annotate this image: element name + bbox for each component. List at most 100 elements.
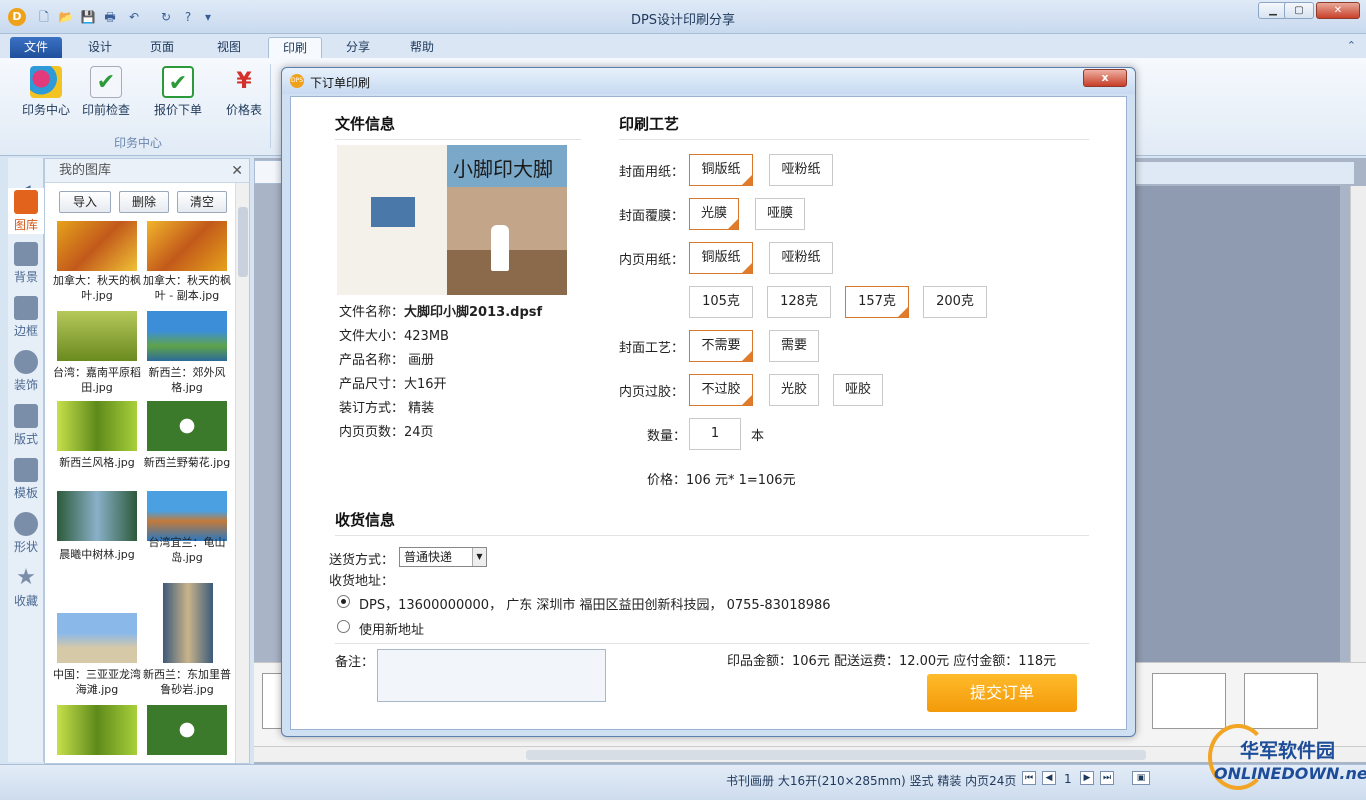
prev-page-icon[interactable]: ◀ (1042, 771, 1056, 785)
dialog-title-bar: DPS 下订单印刷 x (282, 68, 1135, 94)
scrollbar-thumb[interactable] (526, 750, 1146, 760)
next-page-icon[interactable]: ▶ (1080, 771, 1094, 785)
list-item[interactable]: 晨曦中树林.jpg (49, 547, 145, 562)
inner-glue-label: 内页过胶： (619, 385, 685, 400)
list-item[interactable]: 新西兰：东加里普鲁砂岩.jpg (139, 667, 235, 697)
sidebar-item-background[interactable]: 背景 (8, 242, 44, 285)
last-page-icon[interactable]: ⏭ (1100, 771, 1114, 785)
list-item[interactable]: 加拿大：秋天的枫叶.jpg (49, 273, 145, 303)
cover-craft-option-none[interactable]: 不需要 (689, 330, 753, 362)
gallery-thumbnail[interactable] (57, 311, 137, 361)
document-tab[interactable] (254, 160, 284, 184)
sidebar-item-border[interactable]: 边框 (8, 296, 44, 339)
vertical-scrollbar[interactable] (1350, 186, 1366, 662)
weight-option-128[interactable]: 128克 (767, 286, 831, 318)
submit-order-button[interactable]: 提交订单 (927, 674, 1077, 712)
scrollbar-thumb[interactable] (238, 207, 248, 277)
clear-button[interactable]: 清空 (177, 191, 227, 213)
weight-option-200[interactable]: 200克 (923, 286, 987, 318)
cover-back-image (337, 145, 447, 295)
note-textarea[interactable] (377, 649, 606, 702)
tab-file[interactable]: 文件 (10, 37, 63, 58)
gallery-thumbnail[interactable] (57, 613, 137, 663)
inner-paper-option-matte[interactable]: 哑粉纸 (769, 242, 833, 274)
maximize-button[interactable]: ▢ (1284, 2, 1314, 19)
cover-paper-option-coated[interactable]: 铜版纸 (689, 154, 753, 186)
new-address-text[interactable]: 使用新地址 (359, 619, 424, 638)
order-print-dialog: DPS 下订单印刷 x 文件信息 小脚印大脚 文件名称：大脚印小脚2013.dp… (281, 67, 1136, 737)
cover-film-option-gloss[interactable]: 光膜 (689, 198, 739, 230)
weight-option-157[interactable]: 157克 (845, 286, 909, 318)
sidebar-label: 收藏 (13, 594, 38, 608)
gallery-thumbnail[interactable] (57, 491, 137, 541)
gallery-thumbnail[interactable] (147, 311, 227, 361)
tab-share[interactable]: 分享 (332, 37, 384, 58)
quantity-input[interactable]: 1 (689, 418, 741, 450)
quote-order-button[interactable]: ✔ 报价下单 (148, 66, 208, 118)
divider (619, 139, 1089, 140)
list-item[interactable]: 新西兰野菊花.jpg (139, 455, 235, 470)
chevron-down-icon[interactable]: ▼ (472, 548, 486, 566)
list-item[interactable]: 新西兰：郊外风格.jpg (139, 365, 235, 395)
close-button[interactable]: ✕ (1316, 2, 1360, 19)
cover-film-label: 封面覆膜： (619, 209, 685, 224)
sidebar-item-template[interactable]: 模板 (8, 458, 44, 501)
inner-paper-option-coated[interactable]: 铜版纸 (689, 242, 753, 274)
delete-button[interactable]: 删除 (119, 191, 169, 213)
field-value: 24页 (404, 425, 434, 440)
tab-design[interactable]: 设计 (74, 37, 126, 58)
gallery-thumbnail[interactable] (57, 221, 137, 271)
shipping-heading: 收货信息 (335, 511, 396, 529)
sidebar-item-shape[interactable]: 形状 (8, 512, 44, 555)
address-radio-existing[interactable] (337, 595, 350, 608)
cover-craft-option-need[interactable]: 需要 (769, 330, 819, 362)
gallery-thumbnail[interactable] (147, 705, 227, 755)
address-radio-new[interactable] (337, 620, 350, 633)
shipping-method-select[interactable]: 普通快递 ▼ (399, 547, 487, 567)
tab-view[interactable]: 视图 (203, 37, 255, 58)
sidebar-item-gallery[interactable]: 图库 (8, 188, 44, 234)
zoom-fit-icon[interactable]: ▣ (1132, 771, 1150, 785)
title-bar: D 🗋 📂 💾 🖶 ↶ ↻ ? ▾ DPS设计印刷分享 ▁ ▢ ✕ (0, 0, 1366, 34)
first-page-icon[interactable]: ⏮ (1022, 771, 1036, 785)
gallery-thumbnail[interactable] (147, 491, 227, 541)
gallery-thumbnail[interactable] (147, 401, 227, 451)
gallery-thumbnail[interactable] (147, 221, 227, 271)
list-item[interactable]: 台湾宜兰：龟山岛.jpg (139, 535, 235, 565)
dialog-close-button[interactable]: x (1083, 69, 1127, 87)
background-icon (14, 242, 38, 266)
inner-glue-option-none[interactable]: 不过胶 (689, 374, 753, 406)
cover-film-option-matte[interactable]: 哑膜 (755, 198, 805, 230)
list-item[interactable]: 新西兰风格.jpg (49, 455, 145, 470)
import-button[interactable]: 导入 (59, 191, 111, 213)
preflight-button[interactable]: ✔ 印前检查 (76, 66, 136, 118)
list-item[interactable]: 中国：三亚亚龙湾海滩.jpg (49, 667, 145, 697)
gallery-scrollbar[interactable] (235, 183, 249, 763)
list-item[interactable]: 台湾：嘉南平原稻田.jpg (49, 365, 145, 395)
field-value: 精装 (404, 401, 435, 416)
close-icon[interactable]: ✕ (231, 159, 243, 183)
tab-help[interactable]: 帮助 (396, 37, 448, 58)
tab-page[interactable]: 页面 (136, 37, 188, 58)
sidebar-label: 版式 (13, 432, 38, 446)
print-center-button[interactable]: 印务中心 (16, 66, 76, 118)
list-item[interactable]: 加拿大：秋天的枫叶 - 副本.jpg (139, 273, 235, 303)
page-canvas[interactable] (1136, 186, 1340, 662)
inner-glue-option-gloss[interactable]: 光胶 (769, 374, 819, 406)
field-label: 文件大小： (339, 329, 405, 344)
ribbon-separator (270, 64, 271, 148)
gallery-thumbnail[interactable] (163, 583, 213, 663)
weight-option-105[interactable]: 105克 (689, 286, 753, 318)
gallery-thumbnail[interactable] (57, 705, 137, 755)
sidebar-item-layout[interactable]: 版式 (8, 404, 44, 447)
inner-glue-option-matte[interactable]: 哑胶 (833, 374, 883, 406)
sidebar-item-favorites[interactable]: ★ 收藏 (8, 566, 44, 609)
gallery-thumbnail[interactable] (57, 401, 137, 451)
cover-paper-option-matte[interactable]: 哑粉纸 (769, 154, 833, 186)
print-center-label: 印务中心 (21, 103, 70, 117)
collapse-ribbon-icon[interactable]: ⌃ (1347, 39, 1356, 52)
existing-address-text[interactable]: DPS，13600000000， 广东 深圳市 福田区益田创新科技园， 0755… (359, 594, 831, 613)
sidebar-item-decoration[interactable]: 装饰 (8, 350, 44, 393)
price-list-button[interactable]: ¥ 价格表 (214, 66, 274, 118)
tab-print[interactable]: 印刷 (268, 37, 323, 58)
